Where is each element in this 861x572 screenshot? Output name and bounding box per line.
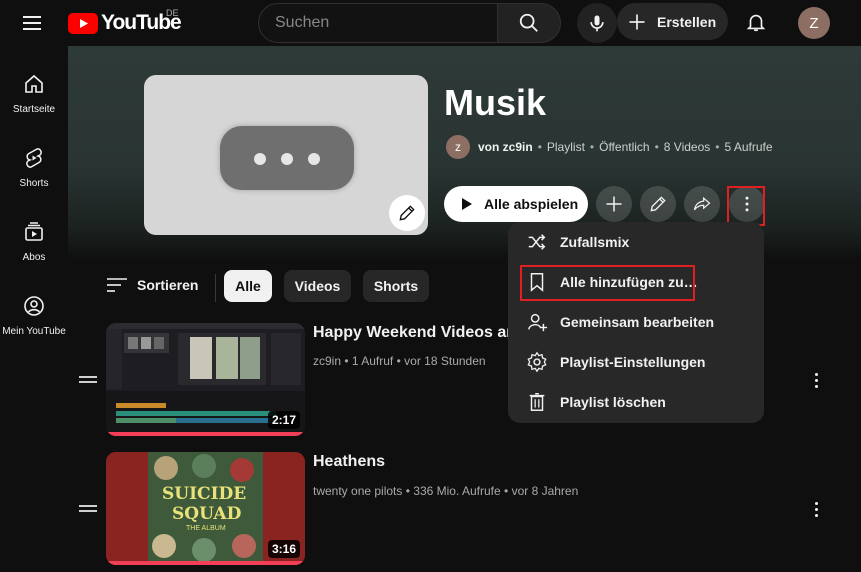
- placeholder-graphic: [220, 126, 354, 190]
- shuffle-icon: [528, 234, 546, 250]
- sidebar-item-home[interactable]: Startseite: [0, 60, 68, 122]
- owner-name[interactable]: von zc9in: [478, 140, 533, 154]
- share-button[interactable]: [684, 186, 720, 222]
- bell-icon: [746, 14, 766, 32]
- pencil-icon: [399, 205, 415, 221]
- sidebar-item-label: Shorts: [19, 178, 49, 189]
- owner-avatar[interactable]: z: [446, 135, 470, 159]
- upload-age: vor 18 Stunden: [404, 354, 486, 368]
- subscriptions-icon: [25, 222, 43, 241]
- playlist-actions-menu: Zufallsmix Alle hinzufügen zu… Gemeinsam…: [508, 222, 764, 423]
- add-button[interactable]: [596, 186, 632, 222]
- menu-item-delete-playlist[interactable]: Playlist löschen: [508, 382, 764, 422]
- account-avatar[interactable]: Z: [798, 7, 830, 39]
- microphone-icon: [590, 15, 604, 32]
- video-title[interactable]: Heathens: [313, 453, 513, 471]
- pencil-icon: [650, 196, 666, 212]
- playlist-type: Playlist: [546, 140, 585, 154]
- menu-item-playlist-settings[interactable]: Playlist-Einstellungen: [508, 342, 764, 382]
- channel-name[interactable]: zc9in: [313, 354, 341, 368]
- video-meta: twenty one pilots • 336 Mio. Aufrufe • v…: [313, 484, 579, 498]
- chip-shorts[interactable]: Shorts: [363, 270, 429, 302]
- top-bar: YouTube DE Erstellen Z: [0, 0, 861, 46]
- menu-item-label: Playlist-Einstellungen: [560, 354, 706, 370]
- edit-thumbnail-button[interactable]: [389, 195, 425, 231]
- video-duration: 3:16: [267, 540, 300, 558]
- create-button[interactable]: Erstellen: [617, 3, 728, 40]
- sort-button[interactable]: Sortieren: [107, 277, 198, 293]
- sidebar: Startseite Shorts Abos Mein YouTube: [0, 46, 68, 572]
- search-box: [258, 3, 498, 43]
- account-icon: [24, 296, 44, 316]
- plus-icon: [629, 14, 645, 29]
- chip-videos[interactable]: Videos: [284, 270, 351, 302]
- menu-icon[interactable]: [20, 11, 46, 35]
- watch-progress: [106, 432, 305, 436]
- share-icon: [693, 196, 711, 211]
- sort-label: Sortieren: [137, 277, 199, 293]
- video-title[interactable]: Happy Weekend Videos and: [313, 324, 513, 342]
- trash-icon: [529, 393, 545, 411]
- video-more-button[interactable]: [806, 368, 826, 392]
- sidebar-item-label: Mein YouTube: [2, 326, 66, 337]
- chip-all[interactable]: Alle: [224, 270, 272, 302]
- playlist-visibility: Öffentlich: [599, 140, 650, 154]
- region-code: DE: [166, 8, 179, 18]
- playlist-title: Musik: [444, 82, 547, 123]
- edit-playlist-button[interactable]: [640, 186, 676, 222]
- home-icon: [25, 74, 43, 93]
- sidebar-item-label: Startseite: [12, 104, 56, 115]
- cover-subtitle: THE ALBUM: [186, 525, 226, 532]
- channel-name[interactable]: twenty one pilots: [313, 484, 402, 498]
- playlist-meta: z von zc9in • Playlist • Öffentlich • 8 …: [446, 135, 773, 159]
- collaborate-icon: [528, 313, 548, 332]
- play-all-button[interactable]: Alle abspielen: [444, 186, 588, 222]
- voice-search-button[interactable]: [577, 3, 617, 43]
- plus-icon: [606, 196, 622, 212]
- settings-icon: [527, 351, 547, 373]
- menu-item-highlight: [520, 265, 695, 301]
- video-duration: 2:17: [267, 411, 300, 429]
- more-button-highlight: [727, 186, 765, 226]
- search-button[interactable]: [497, 3, 561, 43]
- search-icon: [519, 13, 538, 32]
- sidebar-item-subscriptions[interactable]: Abos: [0, 208, 68, 270]
- youtube-logo[interactable]: YouTube DE: [68, 8, 182, 36]
- play-all-label: Alle abspielen: [484, 196, 579, 212]
- sidebar-item-shorts[interactable]: Shorts: [0, 134, 68, 196]
- menu-item-label: Playlist löschen: [560, 394, 666, 410]
- sort-icon: [107, 278, 127, 292]
- youtube-play-icon: [68, 12, 98, 34]
- view-count: 5 Aufrufe: [724, 140, 773, 154]
- upload-age: vor 8 Jahren: [511, 484, 579, 498]
- cover-title-line2: SQUAD: [172, 504, 242, 524]
- search-input[interactable]: [275, 14, 497, 32]
- play-icon: [462, 198, 472, 210]
- filter-divider: [215, 274, 216, 302]
- sidebar-item-label: Abos: [22, 252, 46, 263]
- drag-handle[interactable]: [79, 376, 97, 383]
- video-more-button[interactable]: [806, 497, 826, 521]
- watch-progress: [106, 561, 305, 565]
- notifications-button[interactable]: [742, 8, 770, 36]
- playlist-thumbnail[interactable]: [144, 75, 428, 235]
- video-meta: zc9in • 1 Aufruf • vor 18 Stunden: [313, 354, 486, 368]
- video-count: 8 Videos: [663, 140, 711, 154]
- cover-title-line1: SUICIDE: [162, 484, 247, 504]
- menu-item-collaborate[interactable]: Gemeinsam bearbeiten: [508, 302, 764, 342]
- shorts-icon: [26, 148, 42, 168]
- video-thumbnail[interactable]: SUICIDE SQUAD THE ALBUM 3:16: [106, 452, 305, 565]
- menu-item-label: Zufallsmix: [560, 234, 630, 250]
- menu-item-shuffle[interactable]: Zufallsmix: [508, 222, 764, 262]
- menu-item-label: Gemeinsam bearbeiten: [560, 314, 715, 330]
- view-count: 1 Aufruf: [351, 354, 394, 368]
- view-count: 336 Mio. Aufrufe: [413, 484, 501, 498]
- drag-handle[interactable]: [79, 505, 97, 512]
- video-thumbnail[interactable]: 2:17: [106, 323, 305, 436]
- sidebar-item-my-youtube[interactable]: Mein YouTube: [0, 282, 68, 344]
- create-label: Erstellen: [657, 13, 717, 30]
